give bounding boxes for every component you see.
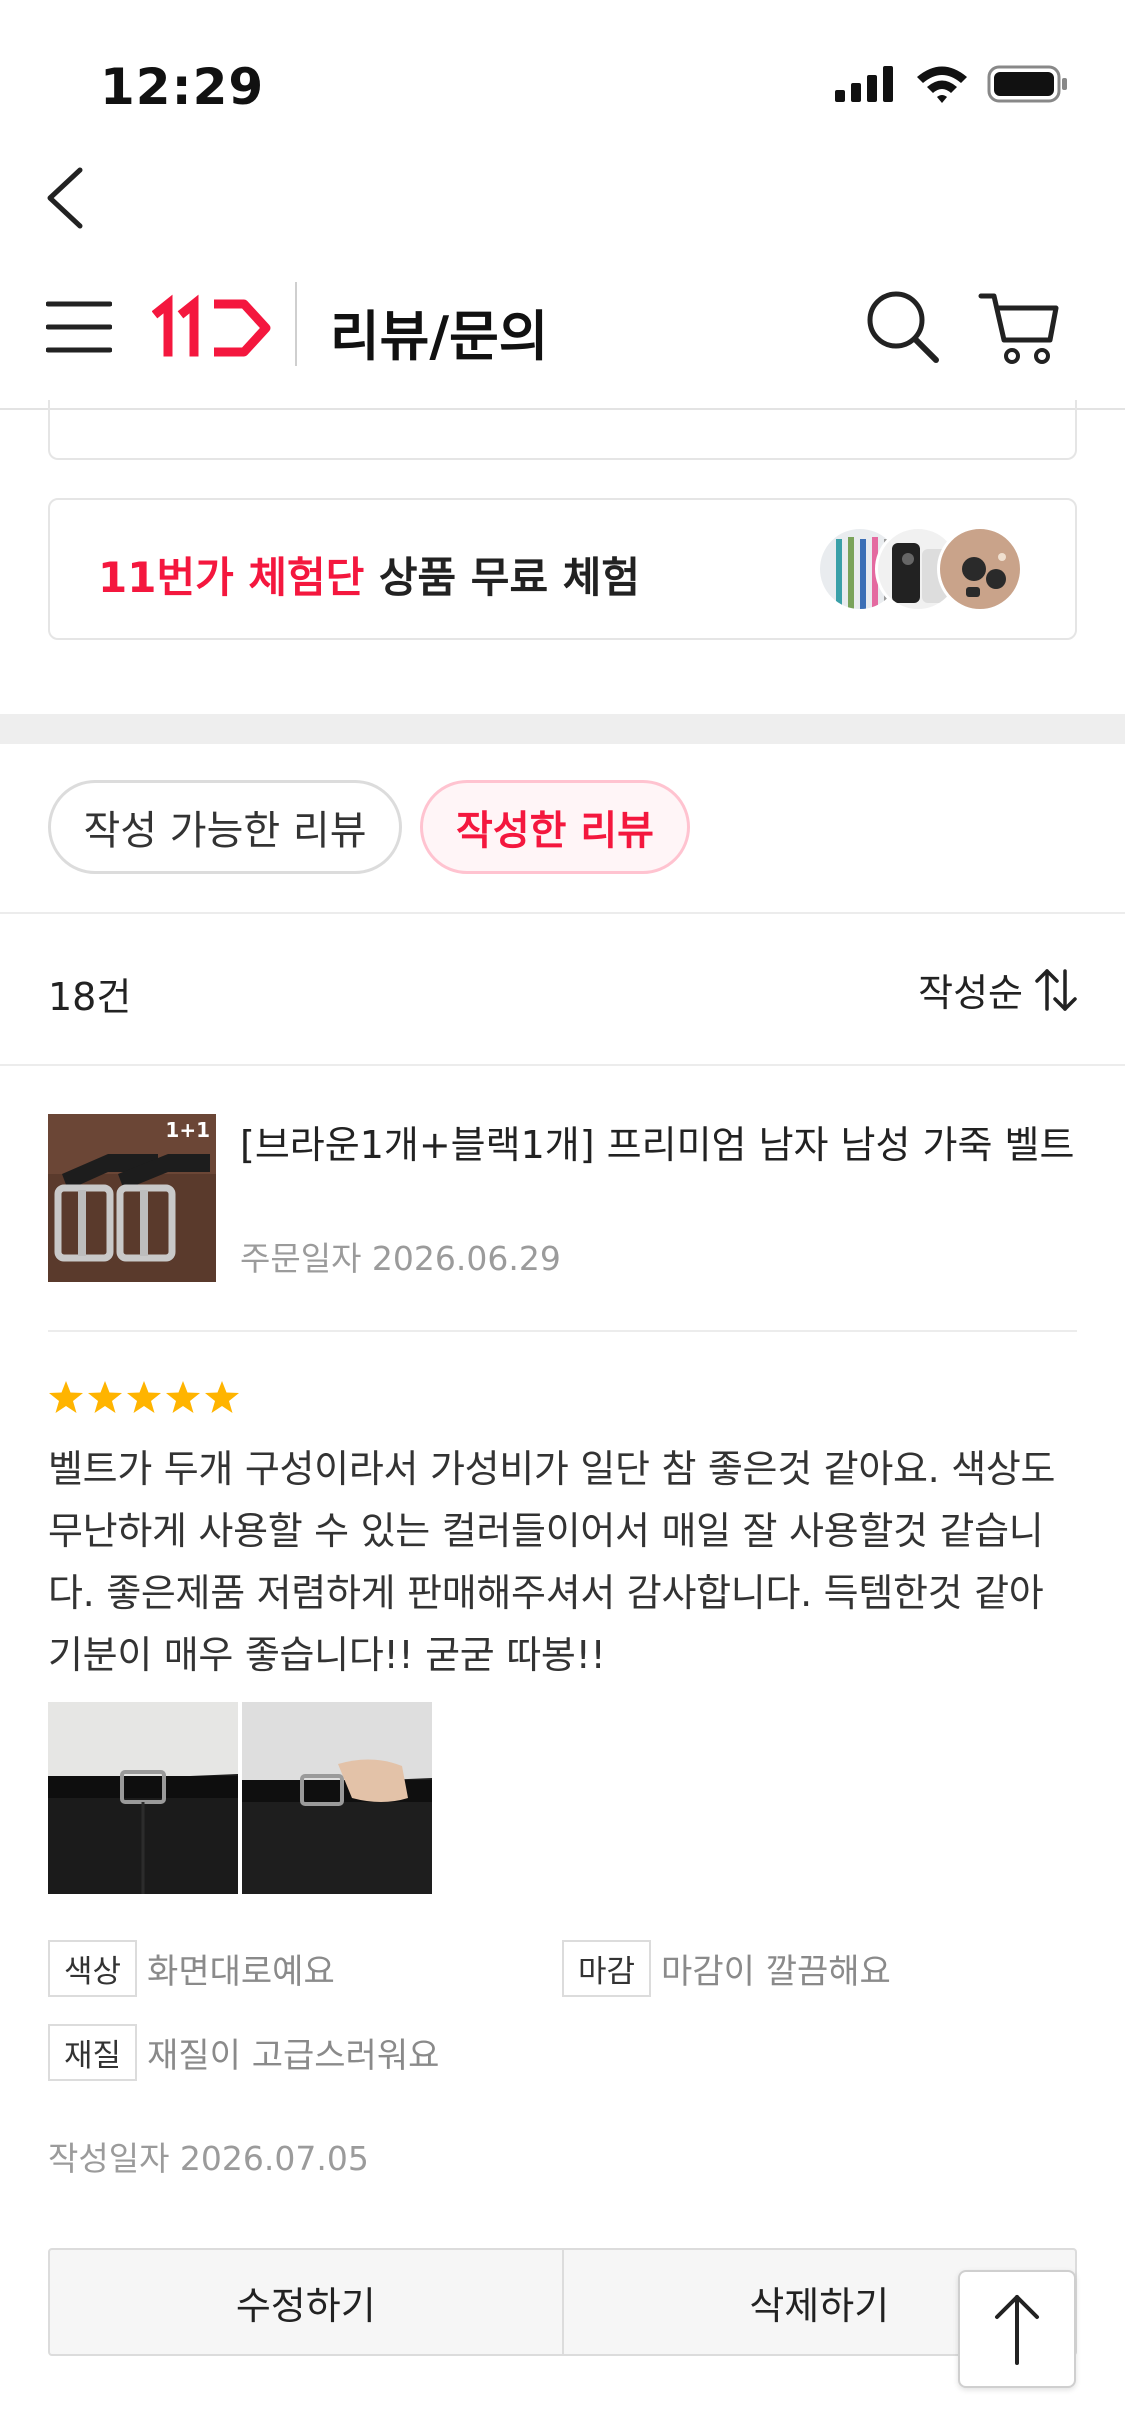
11st-logo[interactable] [152, 290, 272, 366]
sort-button[interactable]: 작성순 [918, 962, 1079, 1017]
promo-thumbnails [817, 526, 1027, 612]
attribute-key: 색상 [48, 1940, 138, 1997]
review-product[interactable]: 1+1 [브라운1개+블랙1개] 프리미엄 남자 남성 가죽 벨트 주문일자 2… [48, 1114, 1077, 1332]
product-badge: 1+1 [165, 1118, 210, 1142]
status-icons [835, 64, 1069, 104]
product-name[interactable]: [브라운1개+블랙1개] 프리미엄 남자 남성 가죽 벨트 [240, 1114, 1074, 1169]
review-photos [48, 1702, 432, 1894]
section-divider [0, 714, 1125, 744]
page-title: 리뷰/문의 [330, 305, 549, 368]
star-rating [48, 1380, 240, 1414]
trial-promo-banner[interactable]: 11번가 체험단 상품 무료 체험 [48, 498, 1077, 640]
attribute-key: 재질 [48, 2024, 138, 2081]
attribute-value: 화면대로예요 [147, 1952, 335, 1992]
attribute-value: 마감이 깔끔해요 [661, 1952, 891, 1992]
promo-thumb-earbuds [937, 526, 1023, 612]
product-thumbnail[interactable]: 1+1 [48, 1114, 216, 1282]
arrow-up-icon [995, 2295, 1039, 2365]
review-photo[interactable] [48, 1702, 238, 1894]
wifi-icon [917, 66, 967, 103]
nav-bar: 리뷰/문의 [0, 268, 1125, 410]
status-time: 12:29 [100, 58, 265, 116]
back-icon[interactable] [36, 158, 96, 238]
attribute-key: 마감 [562, 1940, 652, 1997]
tab-available-reviews[interactable]: 작성 가능한 리뷰 [48, 780, 402, 874]
star-icon [127, 1381, 161, 1413]
review-photo[interactable] [242, 1702, 432, 1894]
star-icon [88, 1381, 122, 1413]
status-bar: 12:29 [0, 0, 1125, 150]
battery-icon [987, 65, 1067, 103]
back-row [0, 150, 1125, 260]
promo-brand: 11번가 체험단 [98, 553, 365, 602]
review-filter-row: 작성 가능한 리뷰 작성한 리뷰 [0, 744, 1125, 914]
review-text: 벨트가 두개 구성이라서 가성비가 일단 참 좋은것 같아요. 색상도 무난하게… [48, 1447, 1056, 1677]
cellular-signal-icon [835, 66, 893, 102]
star-icon [49, 1381, 83, 1413]
promo-text: 11번가 체험단 상품 무료 체험 [98, 544, 640, 605]
sort-label: 작성순 [918, 971, 1023, 1015]
list-header: 18건 작성순 [0, 914, 1125, 1066]
nav-divider [295, 282, 297, 366]
order-date: 주문일자 2026.06.29 [240, 1239, 561, 1278]
previous-card [48, 400, 1077, 460]
written-date: 작성일자 2026.07.05 [48, 2139, 369, 2178]
promo-rest: 상품 무료 체험 [364, 553, 640, 602]
attribute-color: 색상 화면대로예요 [48, 1940, 335, 1997]
star-icon [166, 1381, 200, 1413]
review-count: 18건 [48, 975, 132, 1019]
edit-button[interactable]: 수정하기 [50, 2250, 562, 2354]
review-actions: 수정하기 삭제하기 [48, 2248, 1077, 2356]
attribute-finish: 마감 마감이 깔끔해요 [562, 1940, 891, 1997]
hamburger-menu-icon[interactable] [46, 294, 112, 360]
tab-written-reviews[interactable]: 작성한 리뷰 [420, 780, 690, 874]
sort-arrows-icon [1035, 968, 1077, 1011]
cart-icon[interactable] [978, 284, 1060, 368]
scroll-to-top-button[interactable] [958, 2270, 1076, 2388]
search-icon[interactable] [862, 286, 942, 366]
attribute-material: 재질 재질이 고급스러워요 [48, 2024, 439, 2081]
star-icon [205, 1381, 239, 1413]
attribute-value: 재질이 고급스러워요 [147, 2036, 440, 2076]
